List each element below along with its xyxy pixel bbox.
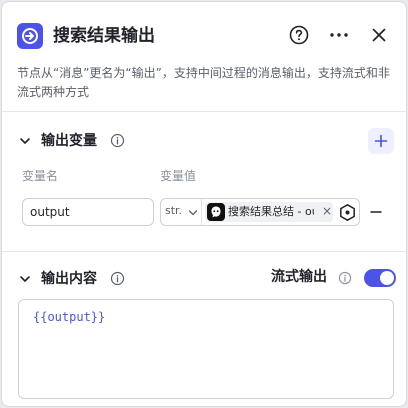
variable-name-input[interactable] xyxy=(22,198,154,226)
chevron-down-icon xyxy=(188,210,198,216)
output-vars-title: 输出变量 xyxy=(41,133,97,149)
panel-header: 搜索结果输出 xyxy=(2,2,406,68)
toggle-knob xyxy=(380,271,394,285)
section-divider xyxy=(2,251,406,252)
reference-label: 搜索结果总结 - output xyxy=(228,205,314,218)
column-header-name: 变量名 xyxy=(22,169,59,183)
output-template-editor[interactable]: {{output}} xyxy=(18,299,394,399)
chevron-down-icon[interactable] xyxy=(18,134,32,148)
variable-reference-tag[interactable]: 搜索结果总结 - output × xyxy=(205,202,333,222)
section-divider xyxy=(2,111,406,112)
question-circle-icon xyxy=(289,25,309,45)
plus-icon xyxy=(374,134,388,148)
node-description: 节点从“消息”更名为“输出”，支持中间过程的消息输出，支持流式和非流式两种方式 xyxy=(17,66,390,99)
close-icon xyxy=(372,28,386,42)
output-vars-header[interactable]: 输出变量 xyxy=(2,126,406,156)
add-variable-button[interactable] xyxy=(368,128,394,154)
info-icon[interactable] xyxy=(110,133,125,148)
info-icon[interactable] xyxy=(110,271,125,286)
column-header-value: 变量值 xyxy=(160,169,197,183)
chevron-down-icon[interactable] xyxy=(18,272,32,286)
more-dots-icon xyxy=(330,33,348,37)
more-button[interactable] xyxy=(326,22,352,48)
node-title[interactable]: 搜索结果输出 xyxy=(53,22,155,50)
variable-picker-icon[interactable] xyxy=(338,203,357,222)
remove-variable-button[interactable] xyxy=(368,204,384,220)
streaming-output-label: 流式输出 xyxy=(271,269,327,285)
node-panel: 搜索结果输出 节点从“消息”更名为“输出”，支持中间过程的消息输出，支持流式和非… xyxy=(1,1,407,407)
output-content-title: 输出内容 xyxy=(41,271,97,287)
output-template-text[interactable]: {{output}} xyxy=(33,308,105,326)
help-button[interactable] xyxy=(286,22,312,48)
streaming-output-toggle[interactable] xyxy=(364,269,396,287)
type-select[interactable]: str. xyxy=(161,199,202,225)
info-icon[interactable] xyxy=(338,271,352,285)
node-output-icon xyxy=(17,23,43,49)
type-select-value: str. xyxy=(165,204,183,217)
bot-avatar-icon xyxy=(207,203,225,221)
close-button[interactable] xyxy=(366,22,392,48)
variable-value-field[interactable]: str. 搜索结果总结 - output × xyxy=(160,198,360,226)
remove-reference-icon[interactable]: × xyxy=(322,203,332,219)
